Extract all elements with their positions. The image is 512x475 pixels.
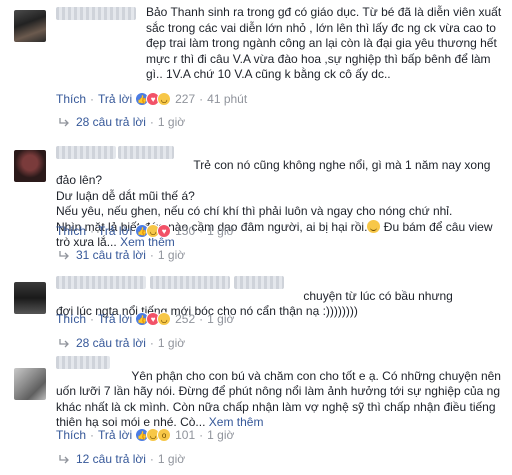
replies-count[interactable]: 28 câu trả lời [76,115,146,129]
reply-arrow-icon [59,251,69,260]
comment-actions: Thích · Trả lời 👍 ◡ ♥ 150 · 1 giờ [56,224,235,238]
reply-button[interactable]: Trả lời [98,312,132,326]
see-more-link[interactable]: Xem thêm [209,415,264,429]
wow-icon: o [157,428,172,442]
view-replies-link[interactable]: 28 câu trả lời · 1 giờ [58,336,185,350]
reaction-count[interactable]: 150 [175,224,195,238]
reaction-count[interactable]: 227 [175,92,195,106]
reply-arrow-icon [59,118,69,127]
reaction-icons[interactable]: 👍 ◡ ♥ [135,224,172,238]
reply-button[interactable]: Trả lời [98,92,132,106]
commenter-name[interactable] [56,7,136,20]
haha-icon: ◡ [157,92,172,106]
like-button[interactable]: Thích [56,312,86,326]
comment-time[interactable]: 1 giờ [207,312,234,326]
replies-time: 1 giờ [157,452,186,466]
reaction-icons[interactable]: 👍 ◡ o [135,428,172,442]
reaction-count[interactable]: 101 [175,428,195,442]
haha-icon: ◡ [157,312,172,326]
replies-count[interactable]: 12 câu trả lời [76,452,146,466]
reaction-icons[interactable]: 👍 ♥ ◡ [135,92,172,106]
avatar[interactable] [14,282,46,314]
avatar[interactable] [14,368,46,400]
avatar[interactable] [14,10,46,42]
replies-count[interactable]: 28 câu trả lời [76,336,146,350]
reaction-icons[interactable]: 👍 ♥ ◡ [135,312,172,326]
love-icon: ♥ [157,224,172,238]
comment-text: Bảo Thanh sinh ra trong gđ có giáo dục. … [146,5,505,81]
comment-time[interactable]: 1 giờ [207,428,234,442]
comment-actions: Thích · Trả lời 👍 ◡ o 101 · 1 giờ [56,428,235,442]
reply-arrow-icon [59,455,69,464]
replies-count[interactable]: 31 câu trả lời [76,248,146,262]
avatar[interactable] [14,150,46,182]
reaction-count[interactable]: 252 [175,312,195,326]
comment-time[interactable]: 41 phút [207,92,247,106]
comment-actions: Thích · Trả lời 👍 ♥ ◡ 227 · 41 phút [56,92,248,106]
view-replies-link[interactable]: 31 câu trả lời · 1 giờ [58,248,185,262]
comment-time[interactable]: 1 giờ [207,224,234,238]
replies-time: 1 giờ [157,336,186,350]
view-replies-link[interactable]: 28 câu trả lời · 1 giờ [58,115,185,129]
reply-button[interactable]: Trả lời [98,428,132,442]
reply-arrow-icon [59,339,69,348]
like-button[interactable]: Thích [56,92,86,106]
reply-button[interactable]: Trả lời [98,224,132,238]
like-button[interactable]: Thích [56,428,86,442]
replies-time: 1 giờ [157,115,186,129]
replies-time: 1 giờ [157,248,186,262]
like-button[interactable]: Thích [56,224,86,238]
view-replies-link[interactable]: 12 câu trả lời · 1 giờ [58,452,185,466]
smile-emoji-icon [367,219,381,233]
comment-actions: Thích · Trả lời 👍 ♥ ◡ 252 · 1 giờ [56,312,235,326]
